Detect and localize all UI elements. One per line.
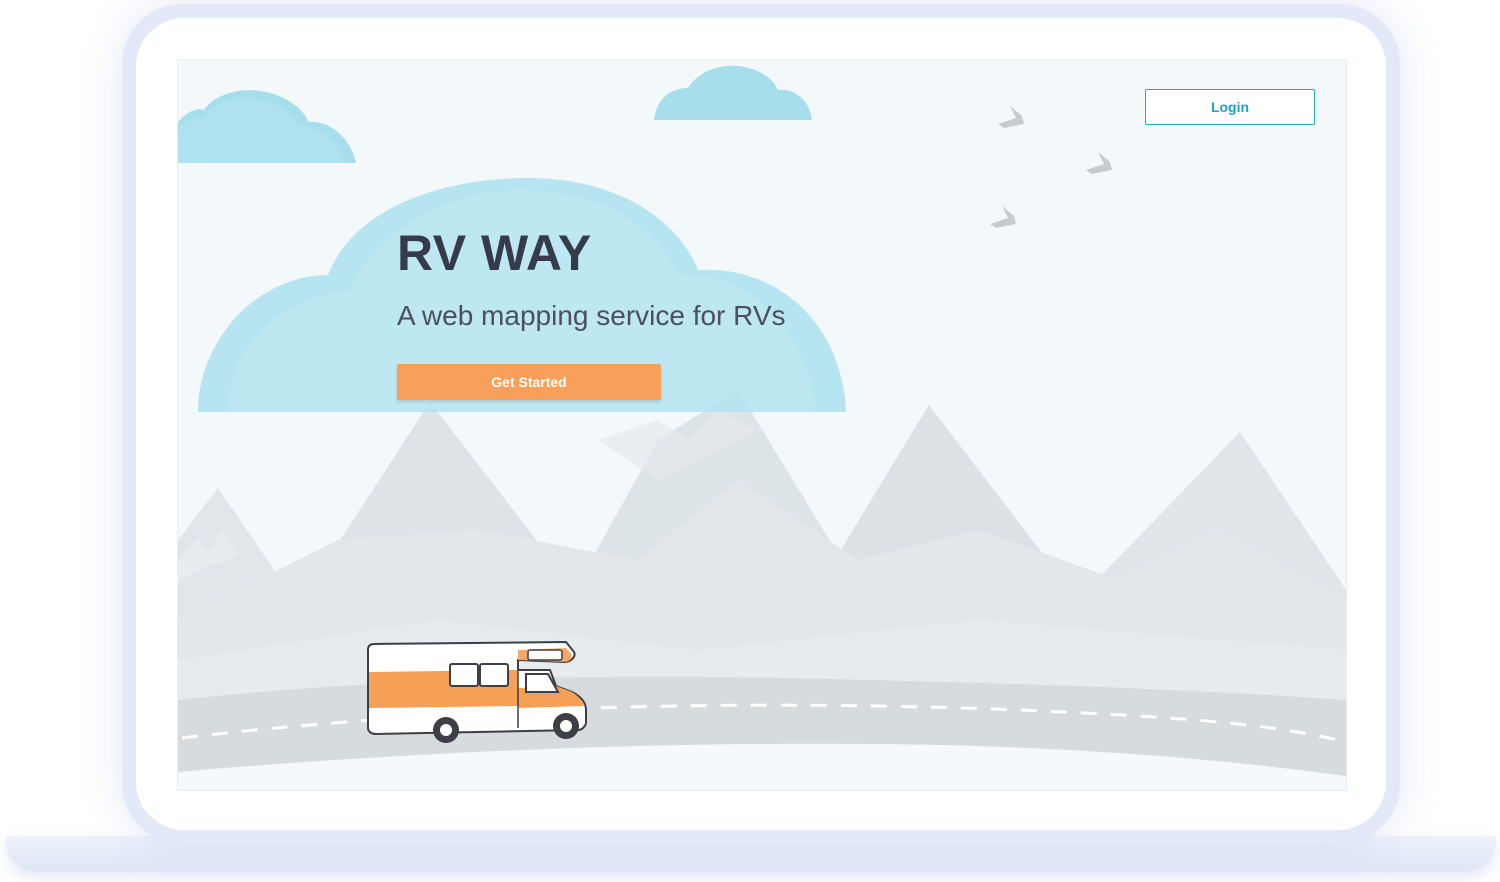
bird-icon [990, 106, 1112, 228]
mountain-icon [178, 390, 1346, 720]
hero-subtitle: A web mapping service for RVs [397, 300, 786, 331]
website-screen: Login RV WAY A web mapping service for R… [177, 59, 1347, 791]
hero-title: RV WAY [397, 225, 592, 281]
cloud-icon [654, 65, 812, 120]
landscape-illustration [178, 65, 1346, 790]
login-button[interactable]: Login [1145, 89, 1315, 125]
road [178, 676, 1346, 790]
get-started-button[interactable]: Get Started [397, 364, 661, 400]
cloud-icon [178, 90, 356, 163]
rv-icon [367, 640, 587, 743]
stage: Login RV WAY A web mapping service for R… [0, 0, 1500, 882]
